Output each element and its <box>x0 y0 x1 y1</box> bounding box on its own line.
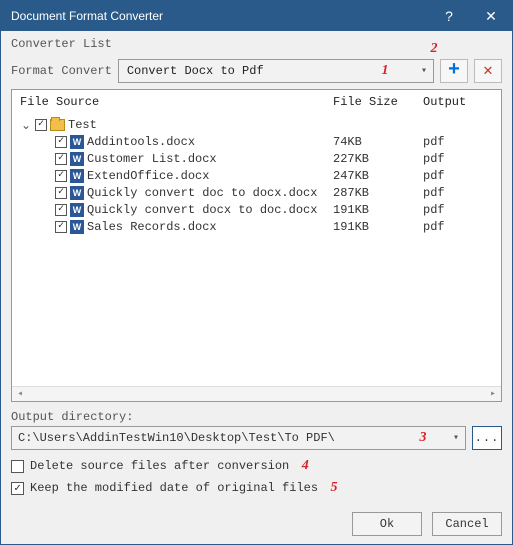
output-directory-value: C:\Users\AddinTestWin10\Desktop\Test\To … <box>18 431 335 445</box>
folder-icon <box>50 119 65 131</box>
file-size: 191KB <box>333 220 423 234</box>
root-name: Test <box>68 118 97 132</box>
file-size: 74KB <box>333 135 423 149</box>
x-icon: ✕ <box>483 63 493 79</box>
keep-date-checkbox[interactable]: ✓ <box>11 482 24 495</box>
word-icon: W <box>70 203 84 217</box>
browse-button[interactable]: ... <box>472 426 502 450</box>
scroll-left-icon: ◂ <box>12 388 28 400</box>
add-button[interactable]: + <box>440 59 468 83</box>
file-size: 227KB <box>333 152 423 166</box>
file-name: Quickly convert docx to doc.docx <box>87 203 317 217</box>
checkbox[interactable]: ✓ <box>55 136 67 148</box>
file-output: pdf <box>423 152 493 166</box>
format-convert-select[interactable]: Convert Docx to Pdf ▾ 1 <box>118 59 434 83</box>
ok-button[interactable]: Ok <box>352 512 422 536</box>
checkbox[interactable]: ✓ <box>55 153 67 165</box>
col-file-size: File Size <box>333 95 423 109</box>
file-name: Addintools.docx <box>87 135 195 149</box>
callout-3: 3 <box>415 430 431 446</box>
word-icon: W <box>70 220 84 234</box>
output-directory-select[interactable]: C:\Users\AddinTestWin10\Desktop\Test\To … <box>11 426 466 450</box>
file-output: pdf <box>423 135 493 149</box>
h-scrollbar[interactable]: ◂ ▸ <box>12 386 501 401</box>
callout-5: 5 <box>326 480 342 496</box>
titlebar: Document Format Converter ? ✕ <box>1 1 512 31</box>
format-convert-value: Convert Docx to Pdf <box>127 64 264 78</box>
output-directory-label: Output directory: <box>11 410 502 424</box>
file-size: 247KB <box>333 169 423 183</box>
keep-date-label: Keep the modified date of original files <box>30 481 318 495</box>
format-convert-label: Format Convert <box>11 64 112 78</box>
checkbox[interactable]: ✓ <box>55 187 67 199</box>
checkbox[interactable]: ✓ <box>55 170 67 182</box>
file-name: ExtendOffice.docx <box>87 169 209 183</box>
file-name: Sales Records.docx <box>87 220 217 234</box>
word-icon: W <box>70 169 84 183</box>
tree-file-row[interactable]: ✓ W Addintools.docx 74KB pdf <box>20 133 493 150</box>
file-size: 191KB <box>333 203 423 217</box>
chevron-down-icon: ▾ <box>421 65 427 77</box>
expander-icon[interactable]: ⌄ <box>20 118 32 132</box>
word-icon: W <box>70 152 84 166</box>
word-icon: W <box>70 135 84 149</box>
callout-1: 1 <box>377 63 393 79</box>
col-file-source: File Source <box>20 95 333 109</box>
checkbox[interactable]: ✓ <box>55 221 67 233</box>
checkbox[interactable]: ✓ <box>35 119 47 131</box>
file-tree[interactable]: ⌄ ✓ Test ✓ W Addintools.docx 74KB pdf ✓ … <box>12 114 501 386</box>
remove-button[interactable]: ✕ <box>474 59 502 83</box>
tree-file-row[interactable]: ✓ W Quickly convert doc to docx.docx 287… <box>20 184 493 201</box>
plus-icon: + <box>448 61 460 81</box>
converter-list-label: Converter List <box>11 37 502 51</box>
file-size: 287KB <box>333 186 423 200</box>
file-output: pdf <box>423 169 493 183</box>
tree-file-row[interactable]: ✓ W Customer List.docx 227KB pdf <box>20 150 493 167</box>
delete-source-label: Delete source files after conversion <box>30 459 289 473</box>
close-window-button[interactable]: ✕ <box>470 1 512 31</box>
file-name: Quickly convert doc to docx.docx <box>87 186 317 200</box>
delete-source-checkbox[interactable] <box>11 460 24 473</box>
tree-file-row[interactable]: ✓ W ExtendOffice.docx 247KB pdf <box>20 167 493 184</box>
file-output: pdf <box>423 186 493 200</box>
file-output: pdf <box>423 220 493 234</box>
file-pane: File Source File Size Output ⌄ ✓ Test ✓ … <box>11 89 502 402</box>
scroll-right-icon: ▸ <box>485 388 501 400</box>
col-output: Output <box>423 95 493 109</box>
cancel-button[interactable]: Cancel <box>432 512 502 536</box>
file-name: Customer List.docx <box>87 152 217 166</box>
checkbox[interactable]: ✓ <box>55 204 67 216</box>
chevron-down-icon: ▾ <box>453 432 459 444</box>
callout-4: 4 <box>297 458 313 474</box>
tree-file-row[interactable]: ✓ W Quickly convert docx to doc.docx 191… <box>20 201 493 218</box>
word-icon: W <box>70 186 84 200</box>
column-headers: File Source File Size Output <box>12 90 501 114</box>
tree-file-row[interactable]: ✓ W Sales Records.docx 191KB pdf <box>20 218 493 235</box>
file-output: pdf <box>423 203 493 217</box>
help-button[interactable]: ? <box>428 1 470 31</box>
tree-root[interactable]: ⌄ ✓ Test <box>20 116 493 133</box>
window-title: Document Format Converter <box>11 9 428 23</box>
